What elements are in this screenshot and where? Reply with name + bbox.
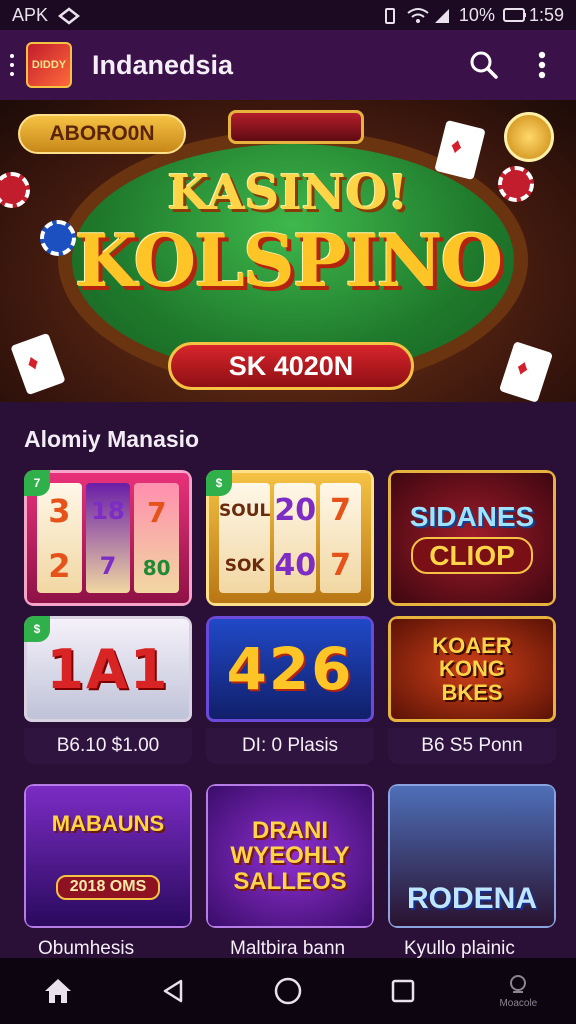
cover-title: KOAER KONG BKES bbox=[432, 633, 512, 705]
promo-banner[interactable]: ABORO0N KASINO! KOLSPINO SK 4020N bbox=[0, 100, 576, 402]
cover-title: MABAUNS bbox=[51, 811, 165, 837]
status-time: 1:59 bbox=[528, 4, 564, 25]
game-tile[interactable]: DRANI WYEOHLY SALLEOS bbox=[206, 784, 374, 928]
playing-card-decoration bbox=[10, 332, 66, 396]
more-vertical-icon bbox=[538, 51, 546, 79]
notification-icon bbox=[57, 7, 81, 25]
game-tile[interactable]: 3 2 18 7 7 80 7 bbox=[24, 470, 192, 606]
cover-banner: 2018 OMS bbox=[55, 875, 161, 900]
reel-symbol: SOUL bbox=[219, 500, 271, 521]
reel-symbol: 2 bbox=[48, 546, 71, 585]
system-nav-bar: Moacole bbox=[0, 958, 576, 1024]
reel-digits: 1A1 bbox=[46, 637, 170, 701]
search-icon bbox=[470, 51, 498, 79]
signal-icon bbox=[433, 7, 451, 23]
assistant-label: Moacole bbox=[499, 997, 538, 1009]
vibrate-icon bbox=[381, 7, 399, 24]
tile-badge: $ bbox=[24, 616, 50, 642]
status-left-text: APK bbox=[12, 4, 49, 25]
assistant-icon bbox=[510, 974, 527, 993]
app-bar: DIDDY Indanedsia bbox=[0, 30, 576, 100]
drawer-handle-icon[interactable] bbox=[10, 54, 20, 76]
slot-machine-art: 426 bbox=[206, 616, 374, 722]
reel-symbol: 20 bbox=[274, 493, 317, 528]
game-cover-art: SIDANES CLIOP bbox=[388, 470, 556, 606]
reel-symbol: 7 bbox=[99, 551, 117, 580]
banner-title-line-1: KASINO! bbox=[167, 165, 409, 221]
gold-bar-decoration bbox=[228, 110, 364, 144]
game-tile[interactable]: 426 DI: 0 Plasis bbox=[206, 616, 374, 764]
tile-caption: Maltbira bann bbox=[230, 938, 346, 959]
nav-assistant-button[interactable]: Moacole bbox=[488, 966, 548, 1016]
slot-machine-art: SOUL SOK 20 40 7 7 bbox=[206, 470, 374, 606]
overflow-menu-button[interactable] bbox=[526, 49, 558, 81]
tile-label: B6.10 $1.00 bbox=[24, 728, 192, 764]
game-tile[interactable]: 1A1 $ B6.10 $1.00 bbox=[24, 616, 192, 764]
reel-symbol: 80 bbox=[142, 555, 171, 580]
reel-symbol: 3 bbox=[48, 491, 71, 530]
reel-symbol: 7 bbox=[146, 496, 167, 530]
house-icon bbox=[44, 979, 71, 1003]
game-tile[interactable]: MABAUNS 2018 OMS bbox=[24, 784, 192, 928]
battery-icon bbox=[502, 7, 526, 23]
game-tile[interactable]: KOAER KONG BKES B6 S5 Ponn bbox=[388, 616, 556, 764]
game-cover-art: KOAER KONG BKES bbox=[388, 616, 556, 722]
banner-cta-button[interactable]: SK 4020N bbox=[168, 342, 414, 390]
playing-card-decoration bbox=[498, 341, 554, 402]
slot-machine-art: 3 2 18 7 7 80 bbox=[24, 470, 192, 606]
game-tile[interactable]: SOUL SOK 20 40 7 7 $ bbox=[206, 470, 374, 606]
status-bar: APK 10% 1:59 bbox=[0, 0, 576, 30]
battery-text: 10% bbox=[458, 4, 495, 25]
reel-symbol: 40 bbox=[274, 548, 317, 583]
game-tile[interactable]: RODENA bbox=[388, 784, 556, 928]
game-cover-art: RODENA bbox=[388, 784, 556, 928]
search-button[interactable] bbox=[468, 49, 500, 81]
cover-title: RODENA bbox=[406, 881, 537, 915]
tile-caption: Obumhesis bbox=[38, 938, 135, 959]
coin-decoration bbox=[504, 112, 554, 162]
cover-title: SIDANES bbox=[409, 500, 535, 532]
banner-title-line-2: KOLSPINO bbox=[74, 218, 503, 303]
nav-home-circle-button[interactable] bbox=[258, 966, 318, 1016]
nav-back-button[interactable] bbox=[143, 966, 203, 1016]
reel-symbol: SOK bbox=[224, 555, 265, 576]
tile-caption: Kyullo plainic bbox=[404, 938, 515, 959]
cover-subtitle: CLIOP bbox=[411, 537, 533, 575]
game-cover-art: DRANI WYEOHLY SALLEOS bbox=[206, 784, 374, 928]
tile-label: B6 S5 Ponn bbox=[388, 728, 556, 764]
cover-title: DRANI WYEOHLY SALLEOS bbox=[230, 817, 350, 895]
reel-symbol: 18 bbox=[91, 496, 125, 525]
banner-pill-label: ABORO0N bbox=[18, 114, 186, 154]
recents-square-icon bbox=[391, 979, 415, 1003]
reel-symbol: 7 bbox=[330, 548, 351, 583]
nav-recents-button[interactable] bbox=[373, 966, 433, 1016]
game-tile[interactable]: SIDANES CLIOP bbox=[388, 470, 556, 606]
tile-badge: $ bbox=[206, 470, 232, 496]
tile-badge: 7 bbox=[24, 470, 50, 496]
wifi-icon bbox=[407, 7, 429, 23]
tile-label: DI: 0 Plasis bbox=[206, 728, 374, 764]
section-title: Alomiy Manasio bbox=[24, 426, 200, 452]
game-cover-art: MABAUNS 2018 OMS bbox=[24, 784, 192, 928]
reel-digits: 426 bbox=[226, 635, 354, 703]
nav-home-button[interactable] bbox=[28, 966, 88, 1016]
reel-symbol: 7 bbox=[330, 493, 351, 528]
back-triangle-icon bbox=[163, 979, 183, 1003]
app-logo[interactable]: DIDDY bbox=[26, 42, 72, 88]
app-title: Indanedsia bbox=[92, 49, 234, 80]
home-circle-icon bbox=[274, 977, 302, 1005]
